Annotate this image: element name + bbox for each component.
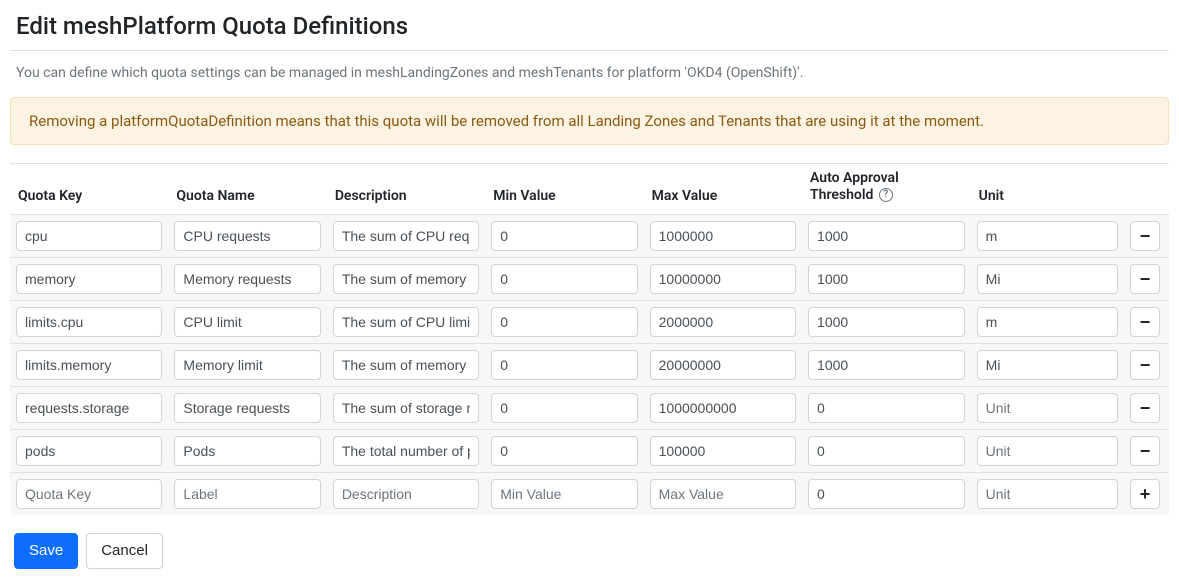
table-row: − (10, 257, 1169, 300)
unit-input[interactable] (977, 479, 1118, 509)
description-input[interactable] (333, 307, 479, 337)
quota-name-input[interactable] (174, 264, 320, 294)
save-button[interactable]: Save (14, 533, 78, 569)
minus-icon: − (1140, 356, 1151, 374)
max-value-input[interactable] (650, 393, 796, 423)
quota-key-input[interactable] (16, 393, 162, 423)
max-value-input[interactable] (650, 350, 796, 380)
max-value-input[interactable] (650, 221, 796, 251)
table-row-new: + (10, 472, 1169, 515)
unit-input[interactable] (977, 221, 1118, 251)
min-value-input[interactable] (491, 350, 637, 380)
unit-input[interactable] (977, 264, 1118, 294)
max-value-input[interactable] (650, 436, 796, 466)
table-row: − (10, 429, 1169, 472)
table-row: − (10, 386, 1169, 429)
auto-approval-input[interactable] (808, 221, 965, 251)
unit-input[interactable] (977, 393, 1118, 423)
description-input[interactable] (333, 436, 479, 466)
minus-icon: − (1140, 227, 1151, 245)
description-input[interactable] (333, 350, 479, 380)
minus-icon: − (1140, 399, 1151, 417)
quota-name-input[interactable] (174, 436, 320, 466)
warning-alert: Removing a platformQuotaDefinition means… (10, 97, 1169, 145)
unit-input[interactable] (977, 307, 1118, 337)
auto-approval-input[interactable] (808, 479, 965, 509)
table-row: − (10, 300, 1169, 343)
description-input[interactable] (333, 221, 479, 251)
table-row: − (10, 343, 1169, 386)
minus-icon: − (1140, 442, 1151, 460)
min-value-input[interactable] (491, 221, 637, 251)
plus-icon: + (1140, 485, 1151, 503)
th-quota-name: Quota Name (168, 164, 326, 214)
remove-row-button[interactable]: − (1130, 221, 1160, 251)
max-value-input[interactable] (650, 264, 796, 294)
auto-approval-input[interactable] (808, 307, 965, 337)
quota-name-input[interactable] (174, 393, 320, 423)
th-action (1124, 164, 1169, 214)
unit-input[interactable] (977, 436, 1118, 466)
quota-name-input[interactable] (174, 479, 320, 509)
help-icon[interactable]: ? (879, 188, 893, 202)
intro-text: You can define which quota settings can … (10, 51, 1169, 97)
quota-name-input[interactable] (174, 221, 320, 251)
min-value-input[interactable] (491, 307, 637, 337)
auto-approval-input[interactable] (808, 393, 965, 423)
remove-row-button[interactable]: − (1130, 393, 1160, 423)
description-input[interactable] (333, 479, 479, 509)
max-value-input[interactable] (650, 479, 796, 509)
unit-input[interactable] (977, 350, 1118, 380)
quota-name-input[interactable] (174, 350, 320, 380)
auto-approval-input[interactable] (808, 436, 965, 466)
cancel-button[interactable]: Cancel (86, 533, 163, 569)
th-unit: Unit (971, 164, 1124, 214)
quota-table: Quota Key Quota Name Description Min Val… (10, 164, 1169, 515)
remove-row-button[interactable]: − (1130, 436, 1160, 466)
min-value-input[interactable] (491, 393, 637, 423)
quota-key-input[interactable] (16, 264, 162, 294)
remove-row-button[interactable]: − (1130, 350, 1160, 380)
th-auto-approval: Auto Approval Threshold ? (802, 164, 971, 214)
min-value-input[interactable] (491, 479, 637, 509)
auto-approval-input[interactable] (808, 350, 965, 380)
quota-name-input[interactable] (174, 307, 320, 337)
add-row-button[interactable]: + (1130, 479, 1160, 509)
quota-key-input[interactable] (16, 479, 162, 509)
th-min-value: Min Value (485, 164, 643, 214)
form-actions: Save Cancel (10, 521, 1169, 581)
th-quota-key: Quota Key (10, 164, 168, 214)
quota-key-input[interactable] (16, 307, 162, 337)
quota-key-input[interactable] (16, 350, 162, 380)
th-description: Description (327, 164, 485, 214)
remove-row-button[interactable]: − (1130, 307, 1160, 337)
min-value-input[interactable] (491, 436, 637, 466)
auto-approval-input[interactable] (808, 264, 965, 294)
description-input[interactable] (333, 264, 479, 294)
max-value-input[interactable] (650, 307, 796, 337)
th-max-value: Max Value (644, 164, 802, 214)
minus-icon: − (1140, 270, 1151, 288)
page-title: Edit meshPlatform Quota Definitions (10, 0, 1169, 50)
description-input[interactable] (333, 393, 479, 423)
quota-key-input[interactable] (16, 436, 162, 466)
remove-row-button[interactable]: − (1130, 264, 1160, 294)
quota-key-input[interactable] (16, 221, 162, 251)
table-row: − (10, 214, 1169, 257)
minus-icon: − (1140, 313, 1151, 331)
min-value-input[interactable] (491, 264, 637, 294)
